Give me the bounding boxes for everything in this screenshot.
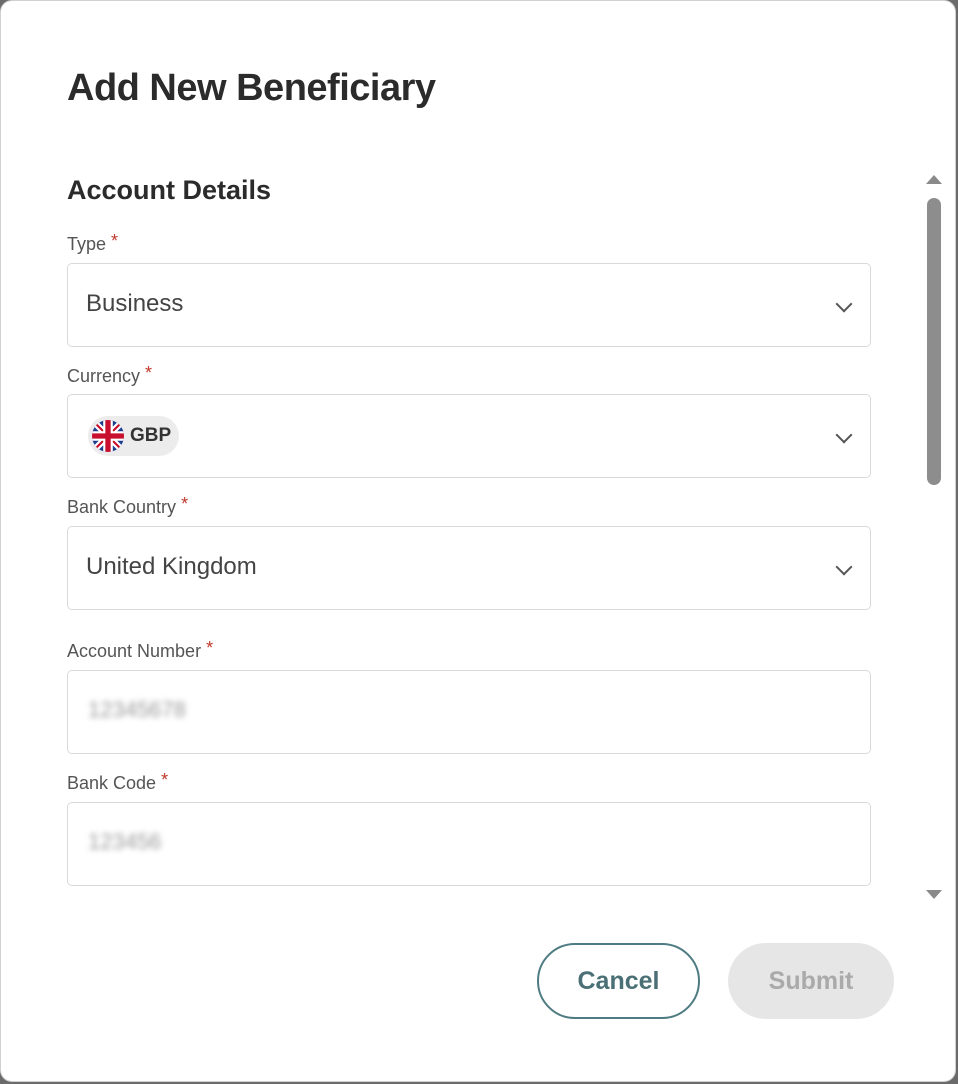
type-label-text: Type: [67, 234, 107, 254]
type-label: Type *: [67, 231, 119, 255]
required-marker: *: [161, 770, 169, 790]
cancel-button[interactable]: Cancel: [537, 943, 700, 1019]
type-select-value: Business: [86, 290, 184, 317]
account-number-value: 12345678: [88, 697, 186, 722]
chevron-down-icon: [835, 295, 853, 313]
chevron-down-icon: [835, 558, 853, 576]
bank-code-value: 123456: [88, 829, 162, 854]
bank-country-value: United Kingdom: [86, 553, 257, 580]
account-number-label: Account Number *: [67, 638, 214, 662]
account-number-label-text: Account Number: [67, 641, 202, 661]
scroll-up-arrow-icon[interactable]: [926, 175, 942, 184]
submit-button[interactable]: Submit: [728, 943, 894, 1019]
scrollbar-thumb[interactable]: [927, 198, 941, 485]
scrollbar[interactable]: [922, 171, 946, 903]
currency-code: GBP: [130, 425, 172, 446]
currency-select[interactable]: GBP: [67, 394, 871, 478]
bank-country-label: Bank Country *: [67, 494, 189, 518]
required-marker: *: [145, 363, 153, 383]
scroll-down-arrow-icon[interactable]: [926, 890, 942, 899]
currency-chip: GBP: [88, 416, 180, 456]
bank-code-label: Bank Code *: [67, 770, 169, 794]
bank-code-input[interactable]: 123456: [67, 802, 871, 886]
currency-label: Currency *: [67, 363, 153, 387]
dialog-title: Add New Beneficiary: [67, 67, 436, 109]
bank-code-label-text: Bank Code: [67, 773, 157, 793]
account-number-input[interactable]: 12345678: [67, 670, 871, 754]
uk-flag-icon: [92, 420, 124, 452]
required-marker: *: [206, 638, 214, 658]
form-scroll-area[interactable]: Account Details Type * Business Currency *: [1, 166, 921, 901]
section-title: Account Details: [67, 175, 272, 205]
required-marker: *: [111, 231, 119, 251]
chevron-down-icon: [835, 426, 853, 444]
bank-country-label-text: Bank Country: [67, 497, 177, 517]
required-marker: *: [181, 494, 189, 514]
add-beneficiary-dialog: Add New Beneficiary Account Details Type…: [0, 0, 956, 1082]
currency-label-text: Currency: [67, 366, 141, 386]
bank-country-select[interactable]: United Kingdom: [67, 526, 871, 610]
type-select[interactable]: Business: [67, 263, 871, 347]
